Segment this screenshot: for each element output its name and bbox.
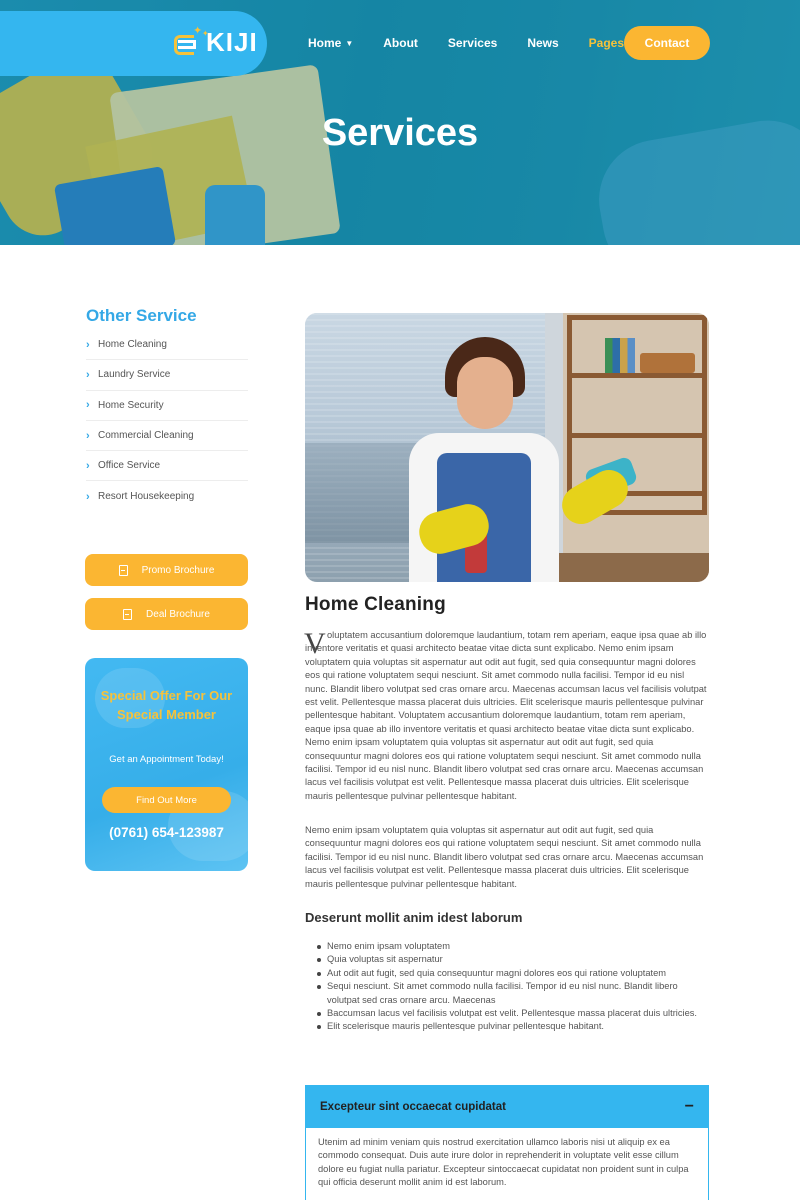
service-list: › Home Cleaning › Laundry Service › Home Se… (86, 330, 248, 512)
service-item-label: Office Service (98, 460, 161, 472)
nav-home[interactable]: Home ▼ (308, 36, 353, 50)
find-out-more-button[interactable]: Find Out More (102, 787, 231, 813)
chevron-right-icon: › (86, 490, 90, 503)
main-nav: Home ▼ About Services News Pages ▼ (308, 36, 666, 50)
accordion-title: Excepteur sint occaecat cupidatat (320, 1101, 506, 1113)
list-item: Nemo enim ipsam voluptatem (317, 940, 709, 953)
hero-banner: ✦ ✦ KIJI Home ▼ About Services News Pages… (0, 0, 800, 245)
deal-brochure-button[interactable]: Deal Brochure (85, 598, 248, 630)
page-title: Services (321, 112, 479, 154)
service-item-label: Commercial Cleaning (98, 430, 194, 442)
chevron-right-icon: › (86, 429, 90, 442)
service-item-label: Resort Housekeeping (98, 491, 195, 503)
service-item-office[interactable]: › Office Service (86, 451, 248, 482)
chevron-down-icon: ▼ (345, 38, 354, 48)
chevron-right-icon: › (86, 338, 90, 351)
service-item-resort-housekeeping[interactable]: › Resort Housekeeping (86, 481, 248, 511)
accordion-body: Utenim ad minim veniam quis nostrud exer… (318, 1137, 689, 1188)
contact-button[interactable]: Contact (624, 26, 710, 60)
offer-subtitle: Get an Appointment Today! (109, 754, 224, 765)
special-offer-card: Special Offer For Our Special Member Get… (85, 658, 248, 871)
list-item: Baccumsan lacus vel facilisis volutpat e… (317, 1007, 709, 1020)
service-item-commercial-cleaning[interactable]: › Commercial Cleaning (86, 421, 248, 452)
promo-brochure-label: Promo Brochure (141, 564, 215, 576)
other-service-heading: Other Service (86, 306, 197, 325)
service-heading: Home Cleaning (305, 594, 446, 615)
service-subheading: Deserunt mollit anim idest laborum (305, 910, 523, 925)
site-logo[interactable]: ✦ ✦ KIJI (172, 26, 258, 58)
nav-pages-label: Pages (588, 36, 625, 50)
chevron-right-icon: › (86, 459, 90, 472)
service-photo (305, 313, 709, 582)
service-item-home-cleaning[interactable]: › Home Cleaning (86, 330, 248, 361)
accordion-header[interactable]: Excepteur sint occaecat cupidatat − (306, 1086, 708, 1128)
chevron-right-icon: › (86, 368, 90, 381)
file-pdf-icon (123, 608, 133, 620)
service-item-laundry[interactable]: › Laundry Service (86, 360, 248, 391)
nav-services[interactable]: Services (448, 36, 497, 50)
faq-accordion: Excepteur sint occaecat cupidatat − Uten… (305, 1085, 709, 1200)
chevron-right-icon: › (86, 399, 90, 412)
service-paragraph-2: Nemo enim ipsam voluptatem quia voluptas… (305, 825, 704, 889)
list-item: Aut odit aut fugit, sed quia consequuntu… (317, 967, 709, 980)
list-item: Elit scelerisque mauris pellentesque pul… (317, 1020, 709, 1033)
feature-list: Nemo enim ipsam voluptatem Quia voluptas… (317, 940, 709, 1034)
service-paragraph-1-text: oluptatem accusantium doloremque laudant… (305, 630, 707, 801)
nav-home-label: Home (308, 36, 342, 50)
service-item-label: Laundry Service (98, 369, 171, 381)
nav-news-label: News (527, 36, 559, 50)
offer-phone[interactable]: (0761) 654-123987 (85, 825, 248, 840)
service-item-label: Home Security (98, 399, 164, 411)
deal-brochure-label: Deal Brochure (146, 608, 210, 620)
promo-brochure-button[interactable]: Promo Brochure (85, 554, 248, 586)
service-paragraph-1: oluptatem accusantium doloremque laudant… (305, 629, 709, 803)
nav-services-label: Services (447, 36, 498, 50)
service-item-home-security[interactable]: › Home Security (86, 391, 248, 421)
file-pdf-icon (118, 564, 128, 576)
list-item: Quia voluptas sit aspernatur (317, 953, 709, 966)
logo-text: KIJI (206, 26, 258, 57)
logo-icon: ✦ ✦ (172, 26, 209, 58)
service-item-label: Home Cleaning (98, 339, 167, 351)
offer-title: Special Offer For Our Special Member (100, 688, 233, 722)
nav-about-label: About (383, 36, 418, 50)
nav-news[interactable]: News (527, 36, 558, 50)
collapse-icon[interactable]: − (685, 1098, 694, 1116)
nav-about[interactable]: About (383, 36, 418, 50)
list-item: Sequi nesciunt. Sit amet commodo nulla f… (317, 980, 709, 1007)
